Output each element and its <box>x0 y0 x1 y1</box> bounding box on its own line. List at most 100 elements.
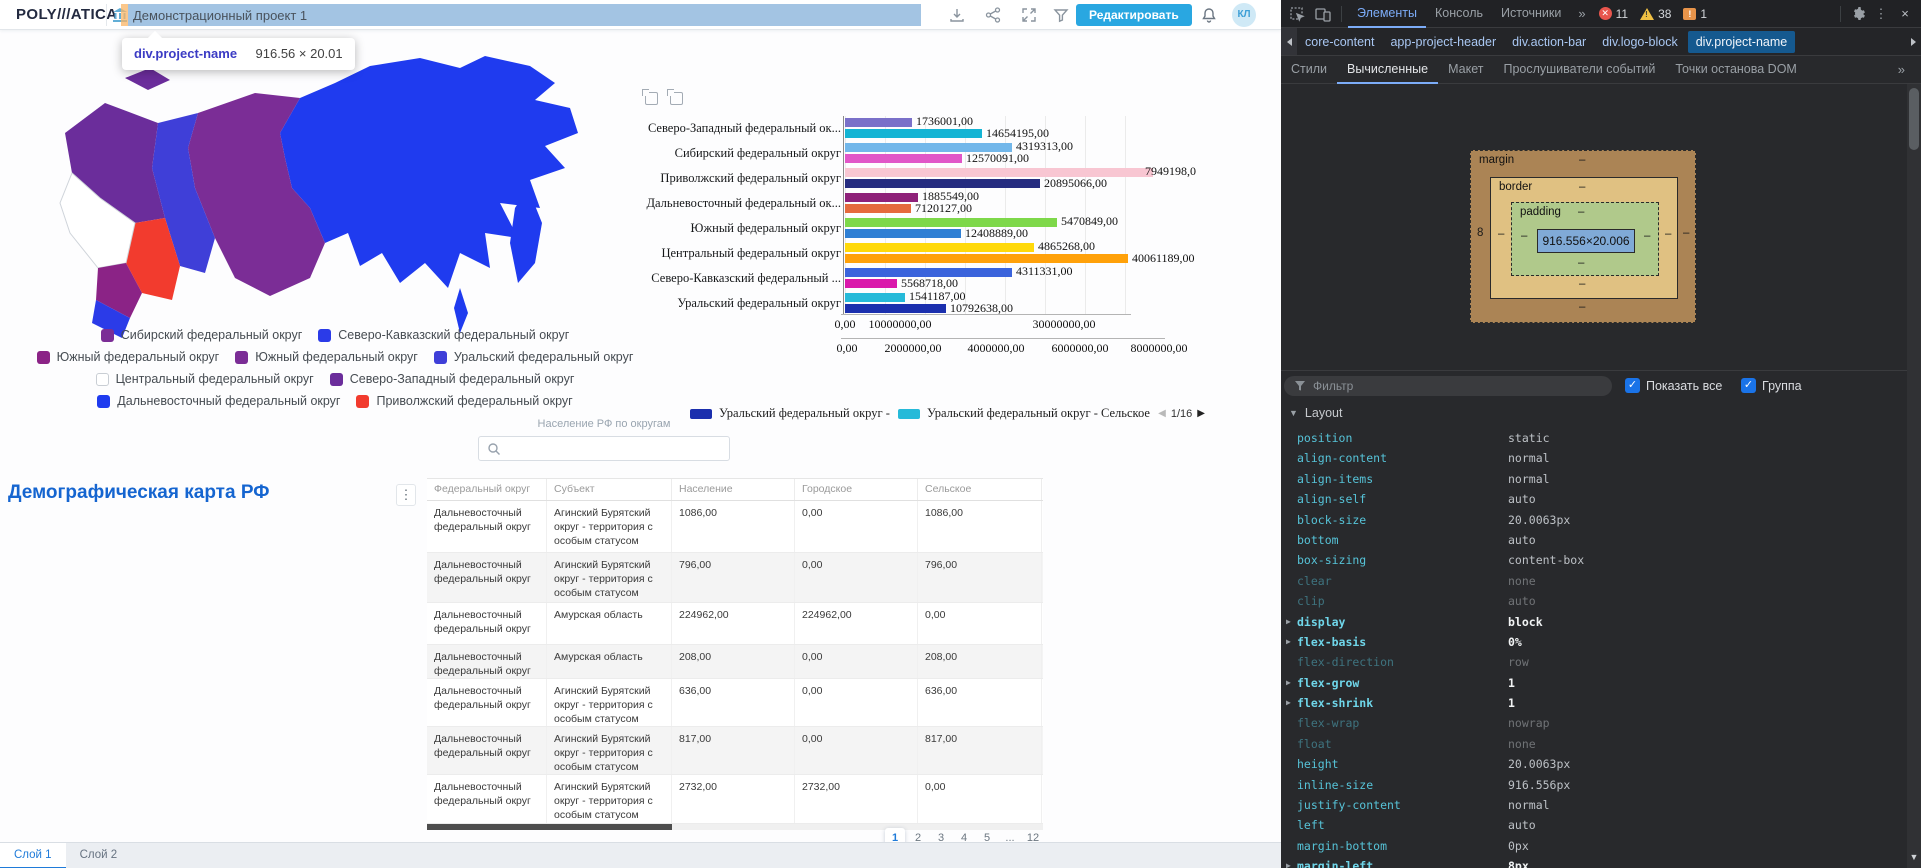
computed-property-row[interactable]: height20.0063px <box>1281 754 1893 774</box>
map-legend-item[interactable]: Уральский федеральный округ <box>434 350 634 364</box>
map-legend-item[interactable]: Южный федеральный округ <box>235 350 418 364</box>
box-model-padding[interactable]: padding – – – – 916.556×20.006 <box>1511 202 1659 276</box>
computed-property-row[interactable]: margin-bottom0px <box>1281 836 1893 856</box>
border-bottom-value[interactable]: – <box>1579 278 1585 290</box>
property-expand-icon[interactable]: ▶ <box>1286 673 1291 693</box>
chart-bar[interactable] <box>845 118 912 127</box>
map-legend-item[interactable]: Дальневосточный федеральный округ <box>97 394 340 408</box>
chart-bar[interactable] <box>845 129 982 138</box>
table-header-cell[interactable]: Субъект <box>547 479 672 500</box>
computed-property-row[interactable]: align-contentnormal <box>1281 448 1893 468</box>
padding-bottom-value[interactable]: – <box>1578 257 1584 269</box>
map-region-islands[interactable] <box>125 68 170 90</box>
show-all-checkbox[interactable]: ✓ <box>1625 378 1640 393</box>
edit-button[interactable]: Редактировать <box>1076 4 1192 26</box>
property-expand-icon[interactable]: ▶ <box>1286 632 1291 652</box>
computed-property-row[interactable]: block-size20.0063px <box>1281 510 1893 530</box>
project-name[interactable]: Демонстрационный проект 1 <box>133 8 307 23</box>
more-tabs-chevron-icon[interactable]: » <box>1572 6 1591 21</box>
border-top-value[interactable]: – <box>1579 181 1585 193</box>
legend-next-icon[interactable]: ▶ <box>1197 408 1205 419</box>
map-legend-item[interactable]: Сибирский федеральный округ <box>101 328 303 342</box>
margin-left-value[interactable]: 8 <box>1477 227 1483 239</box>
pane-tab[interactable]: Прослушиватели событий <box>1493 56 1665 84</box>
breadcrumb-scroll-left[interactable] <box>1281 28 1297 56</box>
select-area-icon[interactable] <box>645 92 658 105</box>
breadcrumb-item[interactable]: app-project-header <box>1382 31 1504 53</box>
pane-tab[interactable]: Вычисленные <box>1337 56 1438 84</box>
breadcrumb-item[interactable]: div.action-bar <box>1504 31 1594 53</box>
map-legend-item[interactable]: Приволжский федеральный округ <box>356 394 572 408</box>
pane-more-chevron-icon[interactable]: » <box>1898 62 1921 77</box>
padding-right-value[interactable]: – <box>1644 230 1650 242</box>
computed-property-row[interactable]: align-selfauto <box>1281 489 1893 509</box>
computed-property-row[interactable]: ▶flex-shrink1 <box>1281 693 1893 713</box>
share-icon[interactable] <box>984 6 1002 24</box>
chart-bar[interactable] <box>845 304 946 313</box>
computed-property-row[interactable]: flex-directionrow <box>1281 652 1893 672</box>
pane-tab[interactable]: Стили <box>1281 56 1337 84</box>
table-header-cell[interactable]: Население <box>672 479 795 500</box>
breadcrumb-scroll-right[interactable] <box>1905 28 1921 56</box>
chart-bar[interactable] <box>845 293 905 302</box>
chart-bar[interactable] <box>845 179 1040 188</box>
devtools-scrollbar[interactable]: ▼ <box>1907 84 1921 868</box>
map-legend-item[interactable]: Северо-Западный федеральный округ <box>330 372 575 386</box>
data-table[interactable]: Федеральный округСубъектНаселениеГородск… <box>427 478 1043 824</box>
border-right-value[interactable]: – <box>1665 228 1671 240</box>
chart-bar[interactable] <box>845 279 897 288</box>
chart-legend-item[interactable]: Уральский федеральный округ - Сельское <box>898 406 1150 421</box>
user-avatar[interactable]: КЛ <box>1232 3 1256 27</box>
box-model[interactable]: margin – 8 – – border – – – – padding – … <box>1470 150 1696 323</box>
devtools-close-icon[interactable]: × <box>1893 2 1917 26</box>
computed-property-row[interactable]: align-itemsnormal <box>1281 469 1893 489</box>
chart-bar[interactable] <box>845 243 1034 252</box>
table-row[interactable]: Дальневосточный федеральный округАмурска… <box>427 645 1043 679</box>
map-legend-item[interactable]: Центральный федеральный округ <box>96 372 314 386</box>
computed-property-row[interactable]: clearnone <box>1281 571 1893 591</box>
table-row[interactable]: Дальневосточный федеральный округАмурска… <box>427 603 1043 645</box>
search-input[interactable] <box>478 436 730 461</box>
group-checkbox[interactable]: ✓ <box>1741 378 1756 393</box>
settings-gear-icon[interactable] <box>1845 2 1869 26</box>
property-expand-icon[interactable]: ▶ <box>1286 693 1291 713</box>
padding-top-value[interactable]: – <box>1578 206 1584 218</box>
breadcrumb-item[interactable]: core-content <box>1297 31 1382 53</box>
chart-bar[interactable] <box>845 204 911 213</box>
chart-bar[interactable] <box>845 254 1128 263</box>
box-model-margin[interactable]: margin – 8 – – border – – – – padding – … <box>1470 150 1696 323</box>
computed-property-row[interactable]: leftauto <box>1281 815 1893 835</box>
chart-bar[interactable] <box>845 193 918 202</box>
pane-tab[interactable]: Макет <box>1438 56 1493 84</box>
section-menu-kebab-icon[interactable]: ⋮ <box>396 484 416 506</box>
margin-bottom-value[interactable]: – <box>1579 301 1585 313</box>
computed-property-row[interactable]: positionstatic <box>1281 428 1893 448</box>
warning-badge[interactable]: ! 38 <box>1635 7 1676 21</box>
computed-property-row[interactable]: bottomauto <box>1281 530 1893 550</box>
layer-tab[interactable]: Слой 2 <box>66 843 132 868</box>
computed-property-row[interactable]: flex-wrapnowrap <box>1281 713 1893 733</box>
inspect-element-icon[interactable] <box>1285 2 1309 26</box>
table-row[interactable]: Дальневосточный федеральный округАгински… <box>427 553 1043 603</box>
table-header-cell[interactable]: Федеральный округ <box>427 479 547 500</box>
issues-badge[interactable]: ! 1 <box>1678 7 1712 21</box>
deselect-area-icon[interactable] <box>670 92 683 105</box>
box-model-border[interactable]: border – – – – padding – – – – 916.556×2… <box>1490 177 1678 299</box>
scrollbar-down-icon[interactable]: ▼ <box>1907 852 1921 862</box>
computed-filter-input[interactable]: Фильтр <box>1284 376 1612 396</box>
table-hscrollbar-thumb[interactable] <box>427 824 672 830</box>
devtools-tab[interactable]: Источники <box>1492 0 1570 28</box>
table-row[interactable]: Дальневосточный федеральный округАгински… <box>427 501 1043 553</box>
notifications-bell-icon[interactable] <box>1200 6 1218 24</box>
property-expand-icon[interactable]: ▶ <box>1286 856 1291 868</box>
table-header-cell[interactable]: Городское <box>795 479 918 500</box>
map-legend-item[interactable]: Северо-Кавказский федеральный округ <box>318 328 569 342</box>
margin-top-value[interactable]: – <box>1579 154 1585 166</box>
computed-property-row[interactable]: ▶flex-basis0% <box>1281 632 1893 652</box>
layout-section-header[interactable]: ▼ Layout <box>1289 406 1342 420</box>
computed-property-row[interactable]: floatnone <box>1281 734 1893 754</box>
filter-icon[interactable] <box>1052 6 1070 24</box>
layer-tab[interactable]: Слой 1 <box>0 843 66 868</box>
breadcrumb-item[interactable]: div.logo-block <box>1594 31 1686 53</box>
computed-property-row[interactable]: ▶flex-grow1 <box>1281 673 1893 693</box>
